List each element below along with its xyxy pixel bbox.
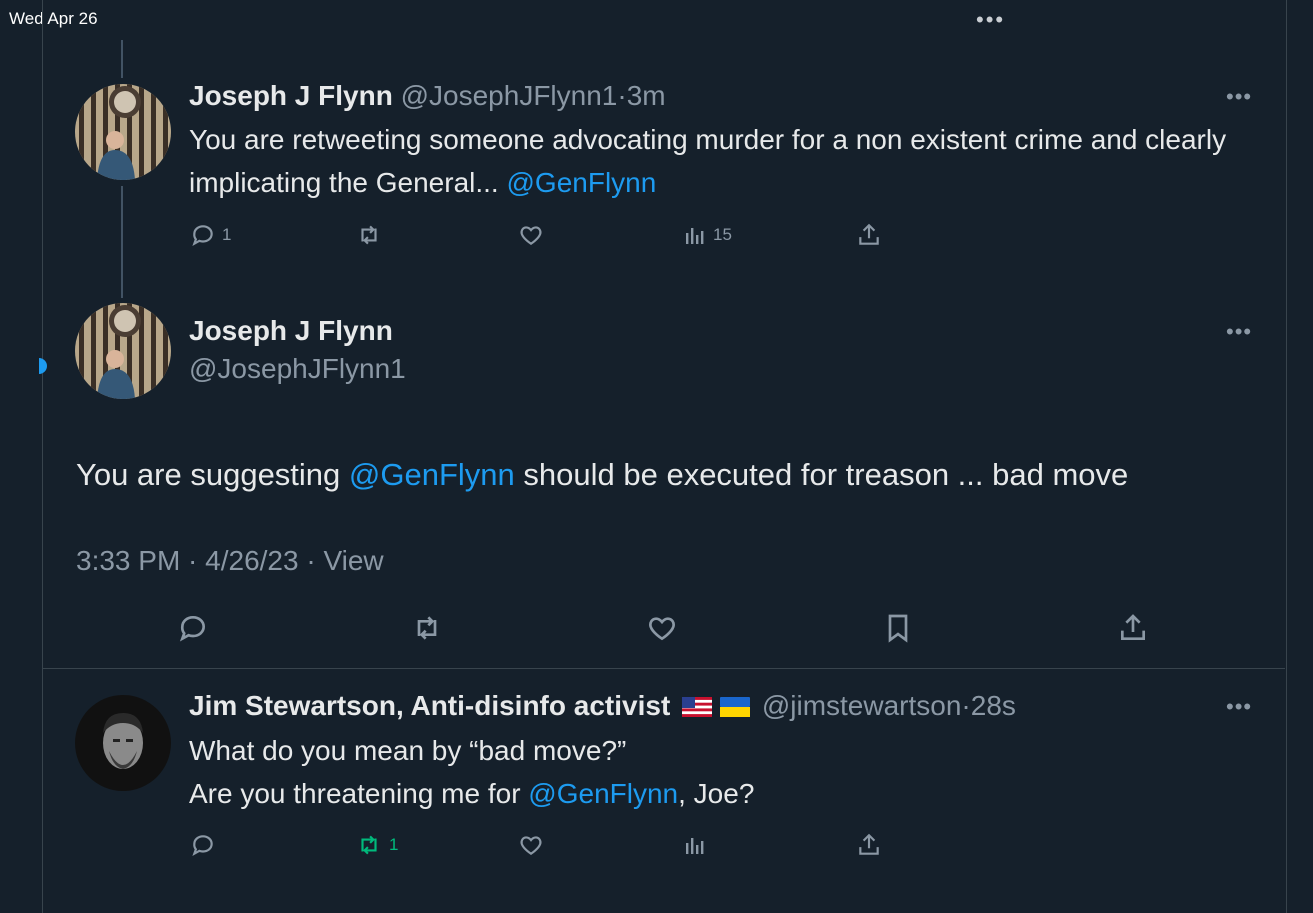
like-button[interactable]	[646, 612, 678, 644]
retweet-button[interactable]	[410, 612, 444, 644]
retweet-button[interactable]: 1	[355, 832, 398, 858]
tweet-line-2: Are you threatening me for @GenFlynn, Jo…	[189, 772, 1259, 815]
retweet-button[interactable]	[355, 222, 383, 248]
reply-count: 1	[222, 225, 232, 244]
reply-icon	[192, 835, 213, 856]
retweet-icon	[361, 835, 377, 855]
tweet-text: What do you mean by “bad move?” Are you …	[189, 729, 1259, 815]
like-button[interactable]	[518, 832, 544, 858]
unread-indicator	[39, 358, 47, 374]
share-button[interactable]	[1117, 612, 1149, 644]
views-button[interactable]: 15	[683, 222, 732, 248]
line2-before: Are you threatening me for	[189, 778, 529, 809]
avatar[interactable]	[75, 695, 171, 791]
view-analytics-link[interactable]: View	[323, 545, 383, 576]
more-options-icon[interactable]: •••	[1226, 319, 1252, 345]
display-name[interactable]: Joseph J Flynn	[189, 315, 393, 346]
share-button[interactable]	[856, 832, 882, 858]
tweet-line-1: What do you mean by “bad move?”	[189, 735, 627, 766]
reply-button[interactable]	[177, 612, 209, 644]
heart-icon	[520, 226, 542, 245]
handle[interactable]: @jimstewartson	[762, 690, 962, 721]
timestamp[interactable]: 3m	[627, 80, 666, 111]
ukraine-flag-icon	[720, 692, 751, 724]
separator: ·	[961, 690, 971, 721]
share-button[interactable]	[856, 222, 882, 248]
handle[interactable]: @JosephJFlynn1	[401, 80, 618, 111]
display-name[interactable]: Jim Stewartson, Anti-disinfo activist	[189, 690, 670, 721]
tweet-timestamp: 3:33 PM · 4/26/23 ·	[76, 545, 324, 576]
retweet-icon	[417, 616, 437, 640]
divider	[42, 668, 1285, 669]
heart-icon	[520, 836, 542, 855]
mention-link[interactable]: @GenFlynn	[349, 457, 515, 492]
tweet-text-body: You are retweeting someone advocating mu…	[189, 124, 1227, 198]
handle[interactable]: @JosephJFlynn1	[189, 353, 406, 385]
bookmark-button[interactable]	[882, 612, 914, 644]
mention-link[interactable]: @GenFlynn	[507, 167, 657, 198]
reply-icon	[192, 225, 213, 246]
mention-link[interactable]: @GenFlynn	[528, 778, 678, 809]
views-count: 15	[713, 225, 732, 244]
separator: ·	[617, 80, 627, 111]
tweet-text-after: should be executed for treason ... bad m…	[514, 457, 1129, 492]
views-icon	[686, 228, 704, 244]
like-button[interactable]	[518, 222, 544, 248]
retweet-icon	[361, 225, 377, 245]
display-name[interactable]: Joseph J Flynn	[189, 80, 393, 111]
more-options-icon[interactable]: •••	[1226, 694, 1252, 720]
tweet-text-before: You are suggesting	[76, 457, 349, 492]
share-icon	[859, 223, 879, 245]
retweet-count: 1	[389, 835, 399, 854]
tweet-text: You are retweeting someone advocating mu…	[189, 118, 1259, 204]
share-icon	[1121, 614, 1145, 640]
reply-icon	[179, 615, 206, 642]
avatar[interactable]	[75, 84, 171, 180]
us-flag-icon	[682, 692, 713, 724]
line2-after: , Joe?	[678, 778, 755, 809]
heart-icon	[649, 617, 675, 641]
views-icon	[686, 838, 704, 854]
reply-button[interactable]	[190, 832, 216, 858]
timestamp[interactable]: 28s	[971, 690, 1016, 721]
reply-button[interactable]: 1	[190, 222, 231, 248]
thread-line-middle	[121, 186, 123, 298]
share-icon	[859, 833, 879, 855]
views-button[interactable]	[683, 832, 707, 858]
thread-line-top	[121, 40, 123, 78]
more-options-icon[interactable]: •••	[1226, 84, 1252, 110]
avatar[interactable]	[75, 303, 171, 399]
tweet-text: You are suggesting @GenFlynn should be e…	[76, 453, 1266, 496]
bookmark-icon	[888, 614, 908, 643]
